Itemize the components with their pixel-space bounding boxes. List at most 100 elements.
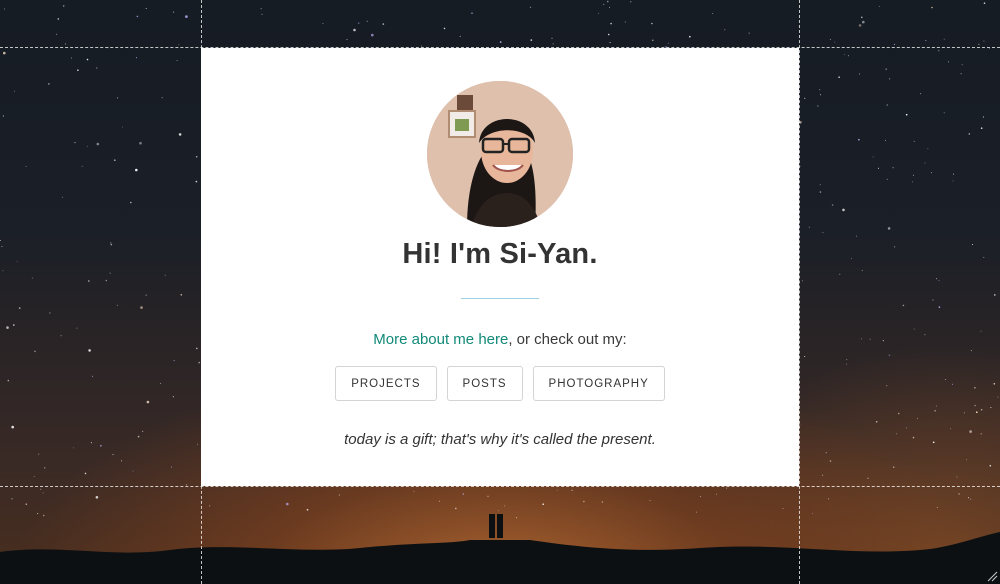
- star: [140, 306, 143, 309]
- star: [822, 231, 824, 233]
- star: [139, 141, 142, 145]
- star: [888, 354, 891, 357]
- star: [829, 38, 831, 40]
- star: [499, 41, 502, 43]
- star: [371, 33, 374, 37]
- star: [261, 13, 263, 15]
- star: [974, 404, 976, 407]
- star: [989, 48, 990, 49]
- star: [961, 64, 963, 66]
- star: [894, 246, 896, 248]
- star: [100, 445, 102, 447]
- star: [802, 280, 804, 282]
- star: [607, 0, 609, 3]
- star: [867, 477, 869, 479]
- star: [950, 428, 951, 430]
- posts-button[interactable]: POSTS: [446, 366, 523, 401]
- star: [905, 113, 908, 116]
- star: [715, 493, 717, 495]
- star: [603, 3, 605, 5]
- star: [892, 167, 894, 169]
- intro-text: More about me here, or check out my:: [201, 331, 799, 348]
- star: [195, 156, 198, 158]
- star: [86, 58, 89, 61]
- star: [61, 196, 63, 198]
- star: [62, 5, 65, 7]
- star: [858, 138, 860, 141]
- star: [171, 466, 172, 468]
- star: [896, 433, 898, 435]
- star: [990, 407, 992, 409]
- star: [878, 5, 880, 7]
- star: [748, 32, 750, 34]
- star: [878, 167, 879, 169]
- star: [38, 453, 40, 455]
- star: [132, 470, 134, 472]
- star: [95, 496, 99, 499]
- star: [60, 335, 62, 337]
- star: [726, 487, 728, 489]
- star: [913, 140, 915, 142]
- star: [176, 60, 178, 62]
- star: [932, 441, 935, 444]
- star: [121, 460, 122, 462]
- intro-rest-text: , or check out my:: [508, 331, 627, 348]
- quote-text: today is a gift; that's why it's called …: [344, 431, 656, 448]
- star: [982, 116, 984, 118]
- star: [209, 505, 211, 507]
- photography-button[interactable]: PHOTOGRAPHY: [532, 366, 665, 401]
- star: [953, 173, 955, 175]
- star: [609, 6, 611, 8]
- star: [932, 299, 934, 301]
- star: [110, 242, 112, 244]
- star: [980, 127, 983, 129]
- star: [861, 270, 863, 272]
- projects-button[interactable]: PROJECTS: [335, 366, 437, 401]
- star: [938, 50, 940, 52]
- star: [25, 166, 27, 167]
- star: [76, 327, 78, 329]
- star: [808, 226, 810, 228]
- star: [81, 165, 83, 167]
- star: [146, 400, 150, 404]
- about-me-link[interactable]: More about me here: [373, 331, 508, 348]
- star: [822, 474, 824, 476]
- star: [938, 306, 941, 308]
- star: [924, 162, 926, 164]
- star: [699, 496, 701, 498]
- star: [48, 83, 50, 85]
- star: [70, 57, 72, 59]
- star: [886, 385, 888, 387]
- star: [286, 502, 289, 506]
- star: [983, 40, 985, 42]
- star: [609, 42, 611, 43]
- star: [712, 13, 714, 14]
- star: [819, 184, 821, 186]
- star: [956, 476, 958, 478]
- star: [838, 76, 840, 78]
- star: [112, 454, 114, 456]
- star: [161, 97, 163, 99]
- star: [924, 334, 926, 336]
- star: [846, 359, 848, 361]
- star: [459, 35, 461, 37]
- star: [886, 104, 888, 106]
- star: [828, 498, 829, 500]
- star: [471, 12, 473, 14]
- star: [689, 35, 691, 38]
- star: [944, 379, 946, 380]
- star: [925, 40, 927, 42]
- star: [498, 510, 499, 512]
- resize-grip-icon[interactable]: [986, 570, 998, 582]
- star: [667, 42, 669, 44]
- star: [96, 142, 100, 146]
- star: [172, 396, 174, 398]
- star: [782, 508, 784, 509]
- star: [968, 497, 969, 499]
- star: [178, 133, 182, 136]
- star: [185, 15, 188, 18]
- star: [487, 495, 489, 497]
- star: [530, 39, 533, 41]
- star: [16, 261, 18, 263]
- star: [976, 411, 978, 414]
